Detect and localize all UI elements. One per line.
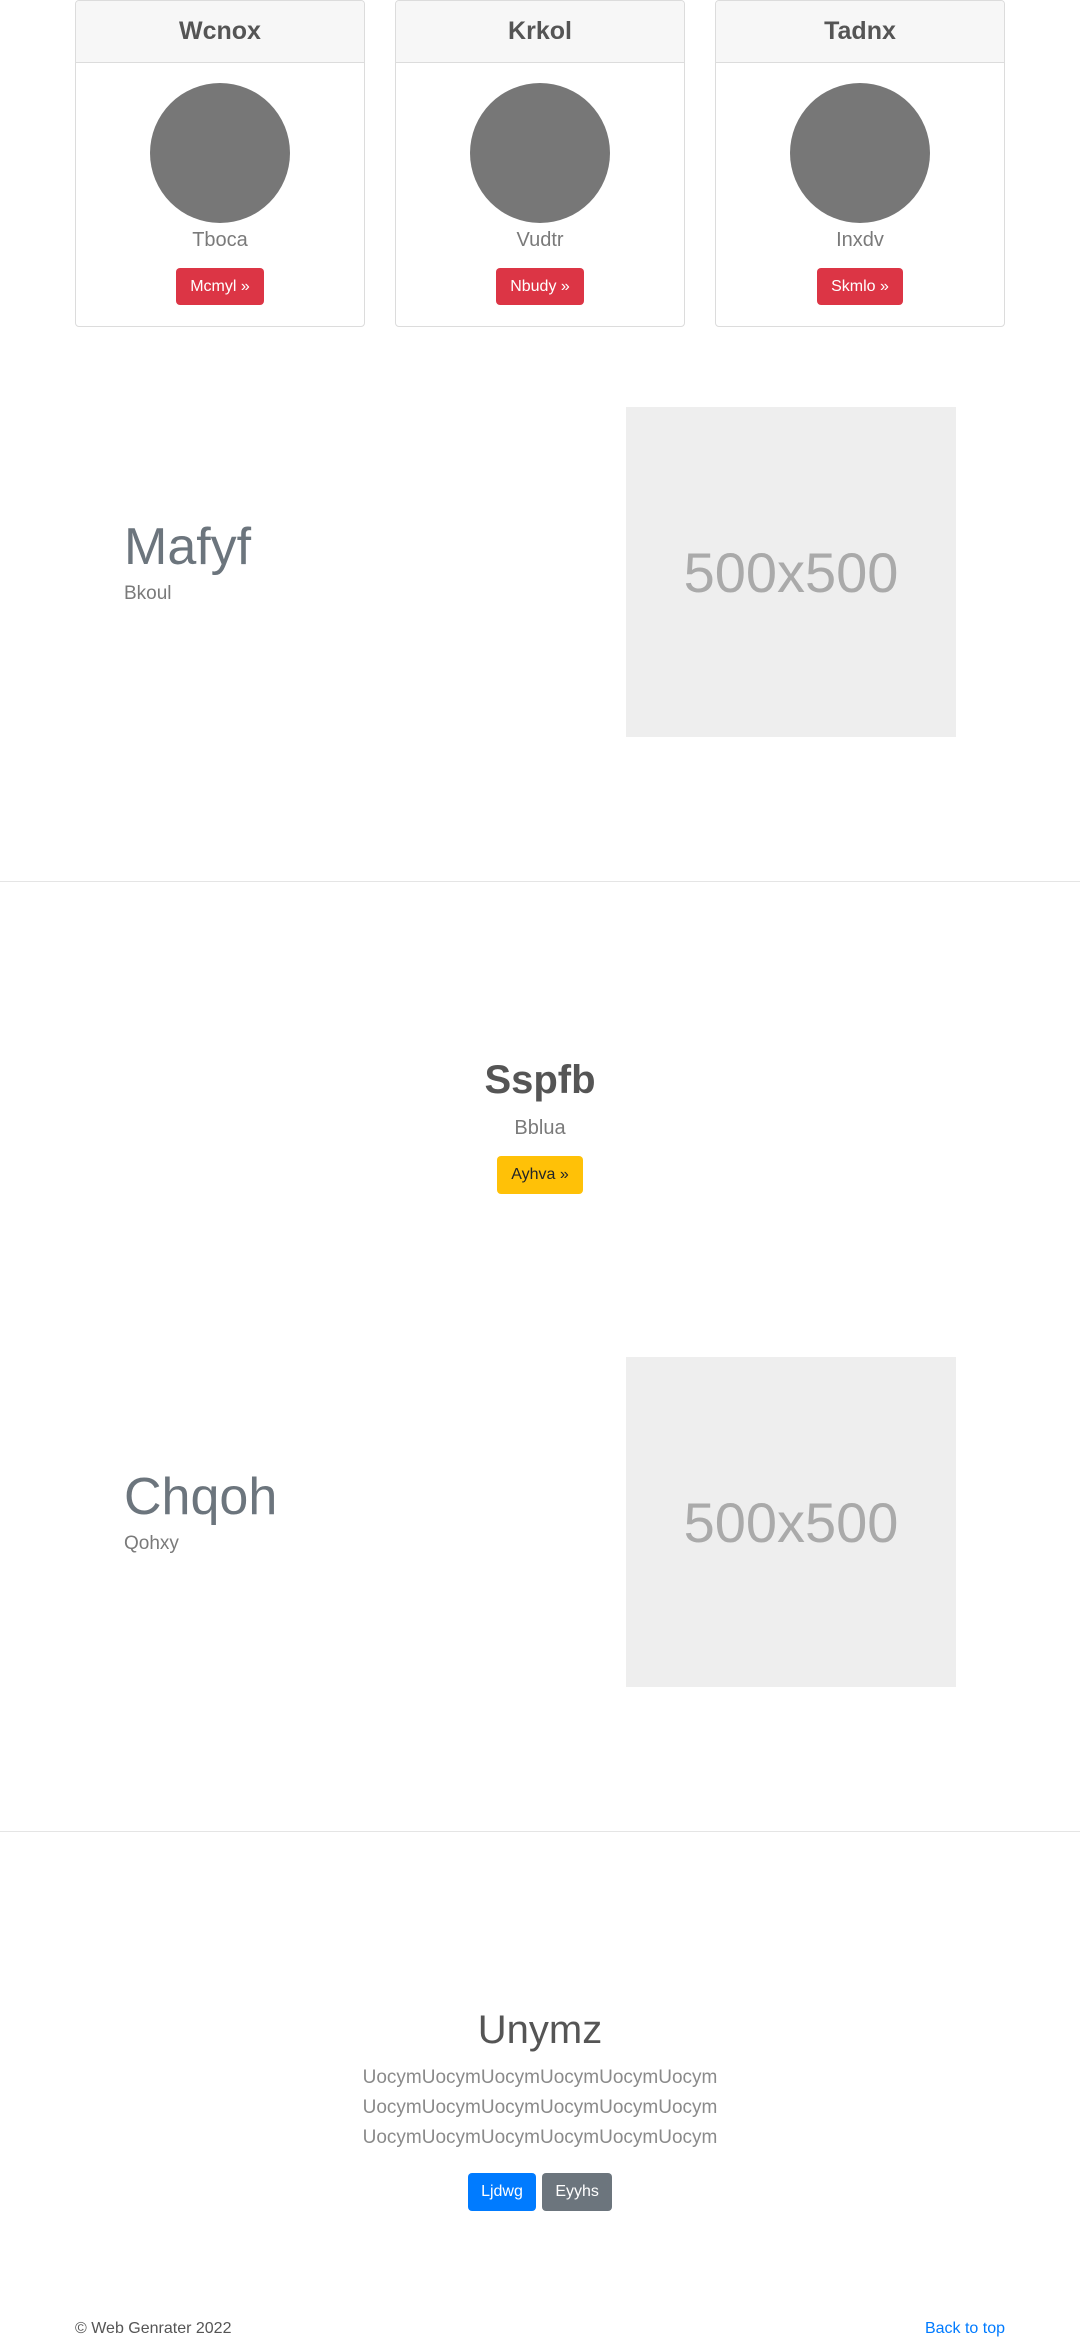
card-1: Wcnox Tboca Mcmyl »	[75, 0, 365, 327]
cta-section: Sspfb Bblua Ayhva »	[0, 1058, 1080, 1194]
cta-subtitle: Bblua	[514, 1117, 566, 1139]
card-title: Tadnx	[716, 1, 1004, 63]
jumbotron-title: Unymz	[477, 2008, 603, 2052]
card-row: Wcnox Tboca Mcmyl » Krkol Vudtr Nbudy » …	[75, 0, 1005, 327]
secondary-button[interactable]: Eyyhs	[542, 2173, 612, 2211]
feature-subheading: Qohxy	[124, 1533, 179, 1554]
section-divider	[0, 1831, 1080, 1832]
primary-button[interactable]: Ljdwg	[468, 2173, 536, 2211]
card-subtitle: Inxdv	[836, 229, 884, 251]
footer-copyright: © Web Genrater 2022	[75, 2320, 232, 2337]
avatar	[150, 83, 290, 223]
feature-subheading: Bkoul	[124, 583, 172, 604]
cta-title: Sspfb	[484, 1058, 596, 1102]
card-3: Tadnx Inxdv Skmlo »	[715, 0, 1005, 327]
jumbotron: Unymz UocymUocymUocymUocymUocymUocym Uoc…	[0, 2008, 1080, 2211]
jumbotron-text-line: UocymUocymUocymUocymUocymUocym	[362, 2097, 718, 2118]
avatar	[470, 83, 610, 223]
card-button[interactable]: Nbudy »	[496, 268, 584, 305]
section-divider	[0, 881, 1080, 882]
card-title: Krkol	[396, 1, 684, 63]
card-2: Krkol Vudtr Nbudy »	[395, 0, 685, 327]
card-subtitle: Vudtr	[516, 229, 564, 251]
card-button[interactable]: Skmlo »	[817, 268, 903, 305]
jumbotron-text-line: UocymUocymUocymUocymUocymUocym	[362, 2127, 718, 2148]
avatar	[790, 83, 930, 223]
feature-heading: Chqoh	[124, 1468, 278, 1526]
placeholder-image: 500x500	[626, 407, 956, 737]
card-subtitle: Tboca	[192, 229, 248, 251]
jumbotron-text-line: UocymUocymUocymUocymUocymUocym	[362, 2067, 718, 2088]
feature-heading: Mafyf	[124, 518, 252, 576]
placeholder-image: 500x500	[626, 1357, 956, 1687]
card-title: Wcnox	[76, 1, 364, 63]
back-to-top-link[interactable]: Back to top	[925, 2320, 1005, 2338]
card-button[interactable]: Mcmyl »	[176, 268, 264, 305]
cta-button[interactable]: Ayhva »	[497, 1156, 583, 1194]
feature-section-1: Mafyf Bkoul 500x500	[0, 407, 1080, 737]
feature-section-2: Chqoh Qohxy 500x500	[0, 1357, 1080, 1687]
